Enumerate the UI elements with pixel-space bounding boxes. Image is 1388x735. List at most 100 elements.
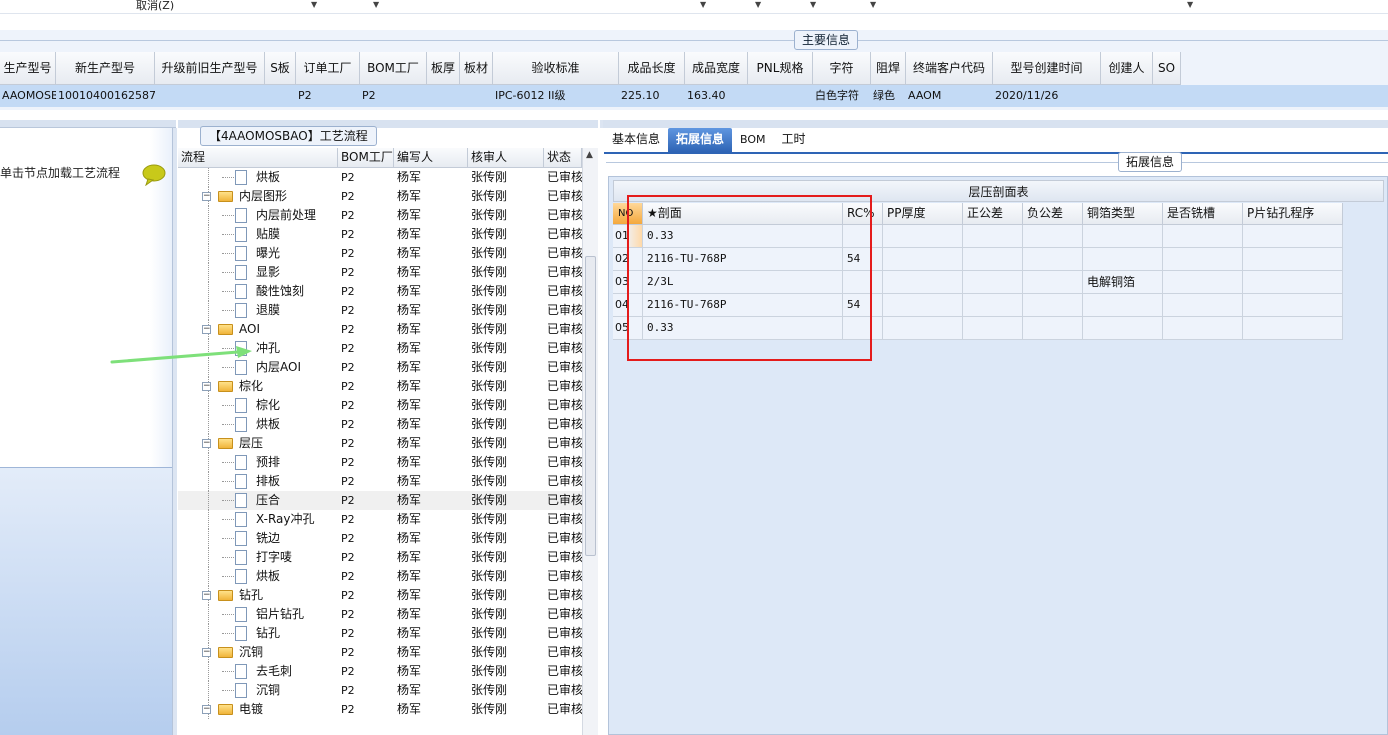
tree-node[interactable]: − 内层图形 — [178, 187, 336, 206]
tree-node[interactable]: 排板 — [178, 472, 336, 491]
process-row[interactable]: 曝光 P2 杨军 张传刚 已审核 — [178, 244, 582, 263]
laminate-cell[interactable] — [1023, 317, 1083, 340]
tree-node[interactable]: 烘板 — [178, 567, 336, 586]
tree-node[interactable]: 打字唛 — [178, 548, 336, 567]
laminate-cell[interactable] — [1163, 271, 1243, 294]
laminate-cell[interactable] — [883, 225, 963, 248]
dropdown-arrow-icon[interactable]: ▼ — [700, 0, 706, 9]
laminate-cell[interactable] — [1083, 225, 1163, 248]
process-row[interactable]: 贴膜 P2 杨军 张传刚 已审核 — [178, 225, 582, 244]
laminate-cell[interactable] — [963, 294, 1023, 317]
main-cell[interactable] — [1153, 85, 1181, 107]
main-col-header[interactable]: 终端客户代码 — [906, 52, 993, 85]
main-cell[interactable] — [265, 85, 296, 107]
laminate-cell[interactable] — [1083, 317, 1163, 340]
process-row[interactable]: − 沉铜 P2 杨军 张传刚 已审核 — [178, 643, 582, 662]
process-row[interactable]: − 层压 P2 杨军 张传刚 已审核 — [178, 434, 582, 453]
laminate-cell[interactable] — [883, 294, 963, 317]
laminate-cell[interactable] — [1163, 317, 1243, 340]
laminate-cell[interactable] — [1243, 225, 1343, 248]
laminate-cell[interactable] — [963, 317, 1023, 340]
process-row[interactable]: 打字唛 P2 杨军 张传刚 已审核 — [178, 548, 582, 567]
process-col-header[interactable]: BOM工厂 — [338, 148, 394, 168]
tree-node[interactable]: 钻孔 — [178, 624, 336, 643]
collapse-icon[interactable]: − — [202, 325, 211, 334]
vertical-scrollbar[interactable]: ▲ — [582, 148, 598, 735]
collapse-icon[interactable]: − — [202, 382, 211, 391]
laminate-cell[interactable] — [1023, 271, 1083, 294]
main-cell[interactable]: P2 — [296, 85, 360, 107]
laminate-cell[interactable] — [1163, 225, 1243, 248]
tree-node[interactable]: 酸性蚀刻 — [178, 282, 336, 301]
laminate-col-header[interactable]: 是否铣槽 — [1163, 203, 1243, 225]
main-col-header[interactable]: PNL规格 — [748, 52, 813, 85]
tree-node[interactable]: 去毛刺 — [178, 662, 336, 681]
tab-item[interactable]: 工时 — [774, 128, 814, 152]
laminate-col-header[interactable]: PP厚度 — [883, 203, 963, 225]
splitter-handle[interactable] — [172, 128, 177, 735]
process-row[interactable]: 预排 P2 杨军 张传刚 已审核 — [178, 453, 582, 472]
dropdown-arrow-icon[interactable]: ▼ — [373, 0, 379, 9]
main-col-header[interactable]: 板材 — [460, 52, 493, 85]
tree-node[interactable]: 内层前处理 — [178, 206, 336, 225]
tree-node[interactable]: − 层压 — [178, 434, 336, 453]
process-row[interactable]: − 棕化 P2 杨军 张传刚 已审核 — [178, 377, 582, 396]
tree-node[interactable]: 退膜 — [178, 301, 336, 320]
main-col-header[interactable]: 型号创建时间 — [993, 52, 1101, 85]
tree-node[interactable]: 预排 — [178, 453, 336, 472]
laminate-cell[interactable] — [883, 317, 963, 340]
cancel-button[interactable]: 取消(Z) — [136, 0, 174, 13]
laminate-cell[interactable] — [883, 271, 963, 294]
process-row[interactable]: 沉铜 P2 杨军 张传刚 已审核 — [178, 681, 582, 700]
tree-node[interactable]: 棕化 — [178, 396, 336, 415]
laminate-cell[interactable] — [1243, 248, 1343, 271]
process-row[interactable]: 烘板 P2 杨军 张传刚 已审核 — [178, 168, 582, 187]
main-cell[interactable] — [427, 85, 460, 107]
scrollbar-thumb[interactable] — [585, 256, 596, 556]
collapse-icon[interactable]: − — [202, 439, 211, 448]
laminate-cell[interactable] — [963, 271, 1023, 294]
laminate-col-header[interactable]: 铜箔类型 — [1083, 203, 1163, 225]
speech-bubble-icon[interactable] — [141, 164, 167, 186]
main-col-header[interactable]: 成品宽度 — [685, 52, 748, 85]
main-cell[interactable]: IPC-6012 II级 — [493, 85, 619, 107]
main-cell[interactable] — [460, 85, 493, 107]
process-row[interactable]: − 内层图形 P2 杨军 张传刚 已审核 — [178, 187, 582, 206]
laminate-cell[interactable] — [963, 225, 1023, 248]
process-row[interactable]: 烘板 P2 杨军 张传刚 已审核 — [178, 415, 582, 434]
process-row[interactable]: 排板 P2 杨军 张传刚 已审核 — [178, 472, 582, 491]
main-col-header[interactable]: S板 — [265, 52, 296, 85]
process-row[interactable]: 退膜 P2 杨军 张传刚 已审核 — [178, 301, 582, 320]
laminate-col-header[interactable]: 正公差 — [963, 203, 1023, 225]
main-col-header[interactable]: 生产型号 — [0, 52, 56, 85]
laminate-cell[interactable] — [1243, 317, 1343, 340]
main-col-header[interactable]: 成品长度 — [619, 52, 685, 85]
process-row[interactable]: 去毛刺 P2 杨军 张传刚 已审核 — [178, 662, 582, 681]
collapse-icon[interactable]: − — [202, 192, 211, 201]
main-col-header[interactable]: 阻焊 — [871, 52, 906, 85]
laminate-col-header[interactable]: 负公差 — [1023, 203, 1083, 225]
main-col-header[interactable]: 订单工厂 — [296, 52, 360, 85]
laminate-col-header[interactable]: P片钻孔程序 — [1243, 203, 1343, 225]
process-row[interactable]: − 钻孔 P2 杨军 张传刚 已审核 — [178, 586, 582, 605]
laminate-cell[interactable]: 电解铜箔 — [1083, 271, 1163, 294]
collapse-icon[interactable]: − — [202, 705, 211, 714]
main-cell[interactable]: 225.10 — [619, 85, 685, 107]
tree-node[interactable]: 烘板 — [178, 415, 336, 434]
process-row[interactable]: 烘板 P2 杨军 张传刚 已审核 — [178, 567, 582, 586]
collapse-icon[interactable]: − — [202, 648, 211, 657]
laminate-cell[interactable] — [1023, 294, 1083, 317]
process-row[interactable]: 压合 P2 杨军 张传刚 已审核 — [178, 491, 582, 510]
dropdown-arrow-icon[interactable]: ▼ — [755, 0, 761, 9]
dropdown-arrow-icon[interactable]: ▼ — [1187, 0, 1193, 9]
main-cell[interactable]: 163.40 — [685, 85, 748, 107]
tree-node[interactable]: X-Ray冲孔 — [178, 510, 336, 529]
laminate-cell[interactable] — [883, 248, 963, 271]
main-col-header[interactable]: 板厚 — [427, 52, 460, 85]
main-col-header[interactable]: 新生产型号 — [56, 52, 155, 85]
main-cell[interactable]: 绿色 — [871, 85, 906, 107]
tree-node[interactable]: 烘板 — [178, 168, 336, 187]
main-cell[interactable]: AAOM — [906, 85, 993, 107]
tree-node[interactable]: − 棕化 — [178, 377, 336, 396]
main-cell[interactable] — [748, 85, 813, 107]
